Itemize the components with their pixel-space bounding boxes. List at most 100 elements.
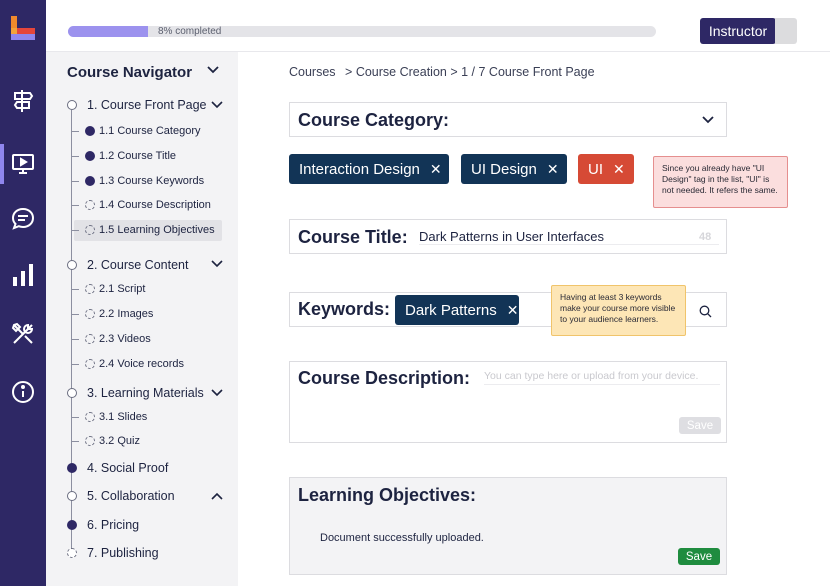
dashed-circle-icon	[85, 359, 95, 369]
tree-branch	[71, 289, 79, 290]
bar-chart-icon[interactable]	[10, 262, 36, 288]
chevron-up-icon[interactable]	[211, 492, 223, 500]
course-description-label: Course Description:	[298, 368, 471, 388]
nav-item-quiz[interactable]: 3.2 Quiz	[74, 431, 222, 452]
section-pricing[interactable]: 6. Pricing	[87, 518, 139, 532]
close-icon[interactable]: ✕	[507, 302, 519, 319]
tree-branch	[71, 230, 79, 231]
progress-label: 8% completed	[158, 26, 222, 37]
tag-label: UI	[588, 160, 603, 178]
tag-label: UI Design	[471, 160, 537, 178]
dashed-circle-icon	[85, 225, 95, 235]
tree-branch	[71, 339, 79, 340]
tree-branch	[71, 181, 79, 182]
tools-icon[interactable]	[10, 321, 36, 347]
chevron-down-icon[interactable]	[211, 260, 223, 268]
nav-item-course-description[interactable]: 1.4 Course Description	[74, 195, 222, 216]
nav-item-label: 2.3 Videos	[99, 333, 151, 345]
section-course-front-page[interactable]: 1. Course Front Page	[87, 98, 207, 112]
tag-dark-patterns: Dark Patterns ✕	[395, 295, 519, 325]
breadcrumb: Courses > Course Creation > 1 / 7 Course…	[289, 65, 595, 79]
tag-ui-design: UI Design ✕	[461, 154, 567, 184]
keywords-hint: Having at least 3 keywords make your cou…	[551, 285, 686, 336]
nav-item-label: 3.2 Quiz	[99, 435, 140, 447]
nav-item-label: 2.4 Voice records	[99, 358, 184, 370]
course-title-input[interactable]: Dark Patterns in User Interfaces	[419, 229, 604, 244]
section-status-dot	[67, 463, 77, 473]
breadcrumb-current-page: 1 / 7 Course Front Page	[461, 65, 595, 79]
chevron-down-icon[interactable]	[206, 65, 220, 75]
dashed-circle-icon	[85, 284, 95, 294]
description-placeholder[interactable]: You can type here or upload from your de…	[484, 370, 698, 382]
nav-item-label: 1.4 Course Description	[99, 199, 211, 211]
tree-branch	[71, 364, 79, 365]
info-icon[interactable]	[10, 379, 36, 405]
tree-branch	[71, 205, 79, 206]
chevron-down-icon[interactable]	[211, 101, 223, 109]
nav-item-label: 2.2 Images	[99, 308, 154, 320]
nav-item-learning-objectives[interactable]: 1.5 Learning Objectives	[74, 220, 222, 241]
course-category-label: Course Category:	[298, 110, 450, 130]
section-social-proof[interactable]: 4. Social Proof	[87, 461, 168, 475]
breadcrumb-separator: >	[450, 65, 458, 79]
breadcrumb-course-creation[interactable]: Course Creation	[356, 65, 447, 79]
close-icon[interactable]: ✕	[613, 161, 625, 178]
chevron-down-icon[interactable]	[211, 389, 223, 397]
section-publishing[interactable]: 7. Publishing	[87, 546, 159, 560]
section-collaboration[interactable]: 5. Collaboration	[87, 489, 175, 503]
duplicate-tag-warning: Since you already have "UI Design" tag i…	[653, 156, 788, 208]
check-circle-icon	[85, 176, 95, 186]
course-progress-bar: 8% completed	[68, 26, 656, 37]
chevron-down-icon[interactable]	[701, 115, 715, 124]
section-learning-materials[interactable]: 3. Learning Materials	[87, 386, 204, 400]
nav-item-label: 1.2 Course Title	[99, 150, 177, 162]
description-save-button[interactable]: Save	[679, 417, 721, 434]
tree-branch	[71, 417, 79, 418]
nav-item-voice-records[interactable]: 2.4 Voice records	[74, 354, 222, 375]
nav-item-videos[interactable]: 2.3 Videos	[74, 329, 222, 350]
dashed-circle-icon	[85, 412, 95, 422]
nav-item-label: 1.1 Course Category	[99, 125, 201, 137]
section-course-content[interactable]: 2. Course Content	[87, 258, 188, 272]
upload-success-message: Document successfully uploaded.	[320, 532, 484, 544]
course-title-label: Course Title:	[298, 227, 408, 247]
instructor-role-button[interactable]: Instructor	[700, 18, 776, 44]
tag-ui-duplicate: UI ✕	[578, 154, 634, 184]
dashed-circle-icon	[85, 334, 95, 344]
tag-interaction-design: Interaction Design ✕	[289, 154, 449, 184]
section-status-dot	[67, 100, 77, 110]
section-status-dot	[67, 548, 77, 558]
search-icon[interactable]	[699, 305, 712, 318]
nav-item-label: 1.3 Course Keywords	[99, 175, 205, 187]
breadcrumb-courses[interactable]: Courses	[289, 65, 336, 79]
presentation-icon[interactable]	[10, 151, 36, 177]
nav-item-course-keywords[interactable]: 1.3 Course Keywords	[74, 171, 222, 192]
nav-item-course-title[interactable]: 1.2 Course Title	[74, 146, 222, 167]
nav-item-images[interactable]: 2.2 Images	[74, 304, 222, 325]
description-underline	[484, 384, 720, 385]
dashed-circle-icon	[85, 200, 95, 210]
dashed-circle-icon	[85, 436, 95, 446]
chat-icon[interactable]	[10, 206, 36, 232]
tag-label: Interaction Design	[299, 160, 420, 178]
app-rail	[0, 0, 46, 586]
signpost-icon[interactable]	[10, 88, 36, 114]
tree-branch	[71, 441, 79, 442]
nav-item-label: 3.1 Slides	[99, 411, 148, 423]
role-toggle[interactable]	[775, 18, 797, 44]
objectives-save-button[interactable]: Save	[678, 548, 720, 565]
close-icon[interactable]: ✕	[547, 161, 559, 178]
nav-item-label: 2.1 Script	[99, 283, 146, 295]
tree-branch	[71, 314, 79, 315]
nav-item-script[interactable]: 2.1 Script	[74, 279, 222, 300]
section-status-dot	[67, 388, 77, 398]
close-icon[interactable]: ✕	[430, 161, 442, 178]
tree-line	[71, 110, 72, 550]
progress-fill	[68, 26, 148, 37]
top-bar: 8% completed Instructor	[46, 0, 830, 52]
nav-item-course-category[interactable]: 1.1 Course Category	[74, 121, 222, 142]
tree-branch	[71, 156, 79, 157]
course-navigator: Course Navigator 1. Course Front Page 1.…	[46, 52, 238, 586]
nav-item-slides[interactable]: 3.1 Slides	[74, 407, 222, 428]
breadcrumb-separator: >	[345, 65, 353, 79]
